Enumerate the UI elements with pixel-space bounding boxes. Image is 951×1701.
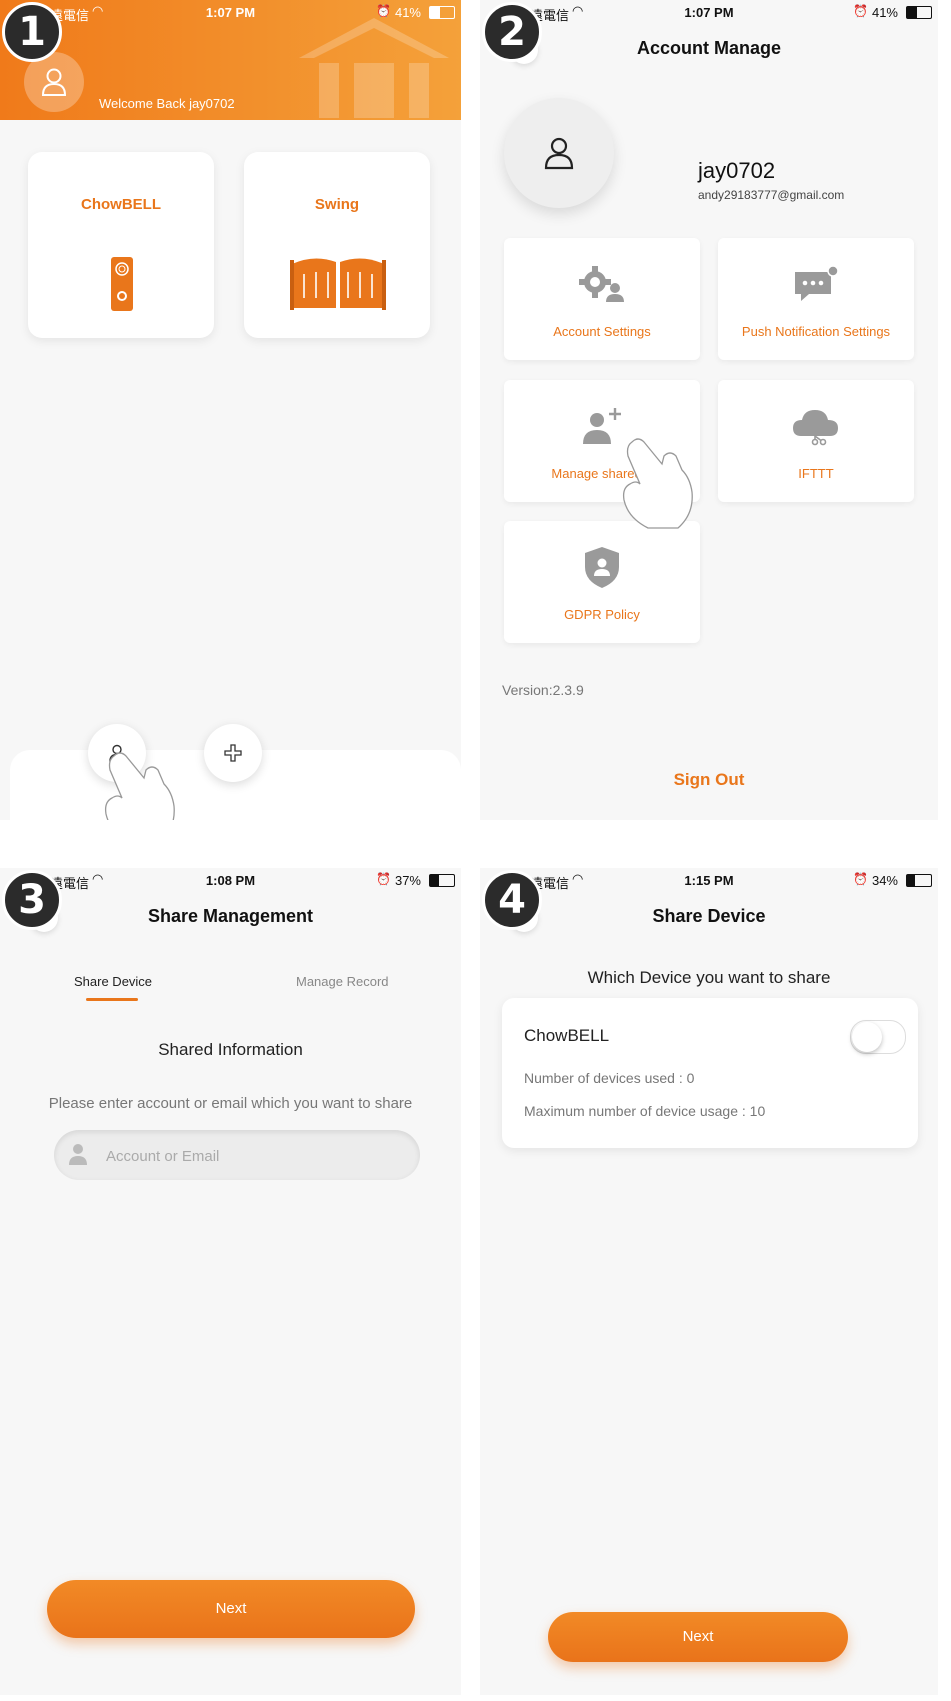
devices-used-text: Number of devices used : 0 (524, 1070, 695, 1086)
device-card-chowbell[interactable]: ChowBELL (28, 152, 214, 338)
tab-bar: Share Device Manage Record (0, 974, 461, 1004)
ifttt-tile[interactable]: IFTTT (718, 380, 914, 502)
clock: 1:15 PM (684, 873, 734, 888)
doorbell-icon (111, 257, 133, 311)
chat-bubble-icon (795, 265, 839, 301)
clock: 1:08 PM (205, 873, 256, 888)
user-icon (544, 137, 574, 170)
battery-icon (906, 874, 932, 887)
battery-icon (429, 874, 455, 887)
step-badge: 4 (482, 870, 542, 930)
active-tab-indicator (86, 998, 138, 1001)
shield-user-icon (585, 547, 619, 588)
tile-label: GDPR Policy (564, 607, 640, 622)
instruction-text: Which Device you want to share (587, 968, 831, 987)
screen-share-management: 遠電信 ◠ 1:08 PM ⏰ 37% 3 Share Management S… (0, 868, 461, 1695)
push-notification-settings-tile[interactable]: Push Notification Settings (718, 238, 914, 360)
sign-out-button[interactable]: Sign Out (480, 770, 938, 790)
tab-share-device[interactable]: Share Device (74, 974, 152, 989)
page-title: Share Device (652, 906, 766, 926)
toggle-knob (852, 1022, 882, 1052)
next-button[interactable]: Next (47, 1580, 415, 1638)
status-bar: 遠電信 ◠ 1:08 PM ⏰ 37% (0, 868, 461, 894)
tile-label: Account Settings (553, 324, 651, 339)
plus-icon (224, 744, 242, 762)
step-badge: 2 (482, 2, 542, 62)
tab-manage-record[interactable]: Manage Record (296, 974, 389, 989)
tile-label: Push Notification Settings (741, 324, 891, 339)
pointing-hand-icon (622, 438, 693, 529)
user-email: andy29183777@gmail.com (698, 188, 845, 202)
tile-label: IFTTT (798, 466, 834, 481)
gdpr-policy-tile[interactable]: GDPR Policy (504, 521, 700, 643)
clock: 1:07 PM (205, 5, 256, 20)
device-name: Swing (314, 196, 360, 213)
screen-share-device: 遠電信 ◠ 1:15 PM ⏰ 34% 4 Share Device Which… (480, 868, 938, 1695)
battery-percent: 37% (394, 873, 421, 888)
username: jay0702 (698, 158, 776, 183)
battery-percent: 41% (394, 5, 421, 20)
page-title: Share Management (147, 906, 314, 926)
user-icon (41, 68, 67, 96)
battery-percent: 41% (871, 5, 898, 20)
next-button[interactable]: Next (548, 1612, 848, 1662)
alarm-icon: ⏰ (853, 872, 868, 886)
instruction-text: Please enter account or email which you … (48, 1095, 413, 1112)
alarm-icon: ⏰ (376, 872, 391, 886)
screen-home: 遠電信 ◠ 1:07 PM ⏰ 41% 1 Welcome Back jay07… (0, 0, 461, 820)
status-bar: 遠電信 ◠ 1:07 PM ⏰ 41% (480, 0, 938, 26)
section-heading: Shared Information (158, 1040, 303, 1059)
device-name: ChowBELL (81, 196, 161, 213)
step-badge: 3 (2, 870, 62, 930)
welcome-text: Welcome Back jay0702 (99, 96, 235, 111)
device-card-swing[interactable]: Swing (244, 152, 430, 338)
pointing-hand-icon (104, 752, 175, 820)
house-logo-watermark (299, 18, 449, 118)
status-bar: 遠電信 ◠ 1:07 PM ⏰ 41% (0, 0, 461, 26)
add-device-button[interactable] (204, 724, 262, 782)
page-title: Account Manage (636, 38, 782, 58)
clock: 1:07 PM (684, 5, 734, 20)
screen-account-manage: 遠電信 ◠ 1:07 PM ⏰ 41% 2 Account Manage jay… (480, 0, 938, 820)
share-toggle[interactable] (850, 1020, 906, 1054)
status-bar: 遠電信 ◠ 1:15 PM ⏰ 34% (480, 868, 938, 894)
cloud-icon (793, 410, 838, 446)
device-list-item: ChowBELL Number of devices used : 0 Maxi… (502, 998, 918, 1148)
alarm-icon: ⏰ (376, 4, 391, 18)
user-icon (69, 1144, 87, 1165)
device-name: ChowBELL (524, 1026, 610, 1045)
step-badge: 1 (2, 2, 62, 62)
account-settings-tile[interactable]: Account Settings (504, 238, 700, 360)
version-label: Version:2.3.9 (502, 682, 584, 698)
account-email-input[interactable] (104, 1130, 408, 1182)
battery-icon (906, 6, 932, 19)
account-email-field[interactable] (54, 1130, 420, 1182)
max-usage-text: Maximum number of device usage : 10 (524, 1103, 766, 1119)
alarm-icon: ⏰ (853, 4, 868, 18)
avatar[interactable] (504, 98, 614, 208)
gate-icon (290, 258, 386, 310)
battery-icon (429, 6, 455, 19)
gear-user-icon (579, 266, 624, 302)
battery-percent: 34% (871, 873, 898, 888)
